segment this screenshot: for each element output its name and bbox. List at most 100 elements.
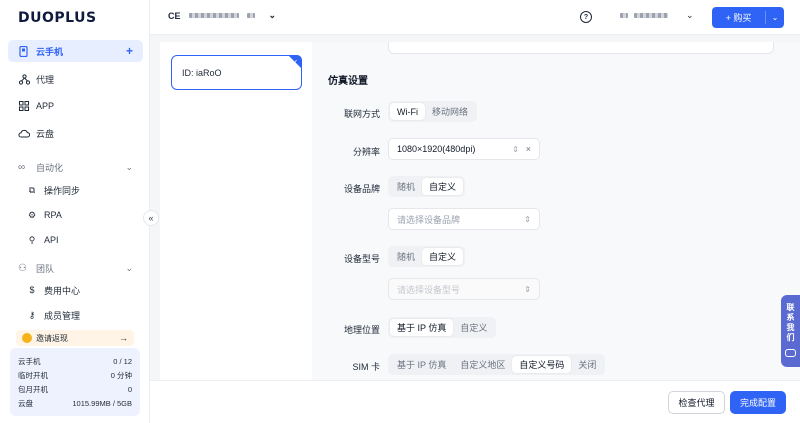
sidebar-group-team[interactable]: ⚇ 团队 ⌄ — [8, 258, 143, 278]
sidebar-item-label: API — [44, 235, 59, 245]
redacted-device-name — [188, 13, 239, 18]
updown-chevron-icon: ⇕ — [524, 284, 531, 294]
sidebar-item-label: RPA — [44, 210, 62, 220]
redacted-account-name — [634, 13, 668, 18]
add-phone-icon[interactable]: + — [126, 44, 133, 58]
account-menu[interactable]: ⌄ — [620, 10, 694, 21]
sidebar-item-cloud-phone[interactable]: 云手机 + — [8, 40, 143, 62]
check-icon: ✓ — [288, 55, 302, 69]
sidebar-item-label: 操作同步 — [44, 185, 81, 196]
cloud-icon — [18, 127, 30, 139]
collapse-sidebar-button[interactable]: « — [143, 210, 159, 226]
device-selector[interactable]: CE ⌄ — [168, 10, 276, 21]
sim-option-custom-region[interactable]: 自定义地区 — [453, 356, 512, 373]
stat-value: 0 / 12 — [113, 356, 132, 366]
location-option-ip[interactable]: 基于 IP 仿真 — [390, 319, 454, 336]
brand-option-random[interactable]: 随机 — [390, 178, 422, 195]
sidebar-group-label: 自动化 — [36, 162, 64, 173]
sidebar-item-cloud-drive[interactable]: 云盘 — [8, 122, 143, 144]
sidebar-item-proxy[interactable]: 代理 — [8, 68, 143, 90]
sidebar-item-label: 云手机 — [36, 46, 64, 57]
sim-option-custom-number[interactable]: 自定义号码 — [512, 356, 572, 373]
invite-label: 邀请返现 — [36, 333, 68, 343]
model-label: 设备型号 — [343, 254, 380, 264]
stat-label: 云手机 — [18, 356, 41, 366]
resolution-label: 分辨率 — [352, 147, 380, 157]
chat-icon — [785, 349, 796, 357]
stat-row: 临时开机 0 分钟 — [18, 368, 132, 382]
brand-label: 设备品牌 — [343, 184, 380, 194]
brand-option-custom[interactable]: 自定义 — [422, 178, 464, 195]
arrow-right-icon: → — [119, 333, 128, 343]
infinity-icon: ∞ — [18, 161, 26, 173]
top-bar: CE ⌄ ? ⌄ + 购买 ⌄ — [150, 0, 800, 35]
sidebar-item-app[interactable]: APP — [8, 95, 143, 117]
contact-char: 系 — [786, 313, 795, 322]
stat-value: 1015.99MB / 5GB — [72, 398, 132, 408]
contact-char: 联 — [786, 303, 795, 312]
phone-icon — [18, 45, 30, 57]
sim-option-off[interactable]: 关闭 — [571, 356, 603, 373]
sidebar-item-label: 成员管理 — [44, 310, 81, 321]
buy-main[interactable]: + 购买 — [712, 11, 766, 24]
stat-row: 云手机 0 / 12 — [18, 354, 132, 368]
network-label: 联网方式 — [343, 109, 380, 119]
network-option-wifi[interactable]: Wi-Fi — [390, 103, 425, 120]
sim-option-ip[interactable]: 基于 IP 仿真 — [390, 356, 453, 373]
sidebar-item-billing[interactable]: $ 费用中心 — [26, 280, 141, 300]
brand-placeholder: 请选择设备品牌 — [397, 214, 461, 225]
buy-label: 购买 — [733, 13, 752, 23]
redacted-account-prefix — [620, 13, 628, 18]
device-list-panel: ID: iaRoO ✓ — [160, 42, 312, 382]
model-option-custom[interactable]: 自定义 — [422, 248, 464, 265]
model-placeholder: 请选择设备型号 — [397, 284, 461, 295]
network-option-mobile[interactable]: 移动网络 — [425, 103, 475, 120]
updown-chevron-icon: ⇕ — [524, 214, 531, 224]
api-icon: ⚲ — [28, 234, 36, 245]
device-prefix: CE — [168, 10, 181, 21]
stat-row: 云盘 1015.99MB / 5GB — [18, 396, 132, 410]
sidebar-item-label: APP — [36, 101, 55, 111]
help-icon[interactable]: ? — [580, 11, 592, 23]
sidebar-item-label: 费用中心 — [44, 285, 81, 296]
brand-select[interactable]: 请选择设备品牌 ⇕ — [388, 208, 540, 230]
simulation-settings-panel: 仿真设置 联网方式 Wi-Fi 移动网络 分辨率 1080×1920(480dp… — [312, 42, 800, 380]
sidebar-group-label: 团队 — [36, 263, 55, 274]
location-option-custom[interactable]: 自定义 — [453, 319, 494, 336]
sidebar-item-operation-sync[interactable]: ⧉ 操作同步 — [26, 180, 141, 200]
dollar-icon: $ — [29, 285, 35, 295]
complete-config-button[interactable]: 完成配置 — [730, 391, 786, 414]
usage-stats: 云手机 0 / 12 临时开机 0 分钟 包月开机 0 云盘 1015.99MB / 5… — [10, 348, 140, 416]
buy-button[interactable]: + 购买 ⌄ — [712, 7, 784, 28]
proxy-icon — [18, 73, 30, 85]
sidebar-item-api[interactable]: ⚲ API — [26, 230, 141, 250]
chevron-down-icon: ⌄ — [125, 262, 133, 273]
sidebar-item-rpa[interactable]: ⚙ RPA — [26, 205, 141, 225]
location-segmented-control: 基于 IP 仿真 自定义 — [388, 317, 497, 338]
user-key-icon: ⚷ — [28, 309, 36, 320]
contact-char: 们 — [786, 333, 795, 342]
contact-us-float[interactable]: 联 系 我 们 — [781, 295, 800, 367]
clear-icon[interactable]: × — [526, 144, 531, 154]
model-option-random[interactable]: 随机 — [390, 248, 422, 265]
invite-cashback-banner[interactable]: 邀请返现 → — [16, 330, 134, 346]
updown-chevron-icon: ⇕ — [512, 144, 519, 154]
check-proxy-button[interactable]: 检查代理 — [668, 391, 725, 414]
sidebar-item-label: 云盘 — [36, 128, 55, 139]
device-card-selected[interactable]: ID: iaRoO ✓ — [171, 55, 302, 90]
sidebar-item-members[interactable]: ⚷ 成员管理 — [26, 305, 141, 325]
sidebar-group-automation[interactable]: ∞ 自动化 ⌄ — [8, 157, 143, 177]
stat-label: 云盘 — [18, 398, 33, 408]
previous-section-card — [388, 42, 774, 54]
bottom-action-bar: 检查代理 完成配置 — [150, 380, 800, 423]
stat-value: 0 分钟 — [110, 370, 132, 380]
contact-char: 我 — [786, 323, 795, 332]
chevron-down-icon[interactable]: ⌄ — [766, 13, 784, 22]
network-segmented-control: Wi-Fi 移动网络 — [388, 101, 478, 122]
duoplus-logo[interactable]: DUOPLUS — [18, 10, 97, 26]
brand-segmented-control: 随机 自定义 — [388, 176, 466, 197]
resolution-select[interactable]: 1080×1920(480dpi) ⇕ × — [388, 138, 540, 160]
model-select[interactable]: 请选择设备型号 ⇕ — [388, 278, 540, 300]
stat-value: 0 — [127, 384, 132, 394]
sidebar-item-label: 代理 — [36, 74, 55, 85]
